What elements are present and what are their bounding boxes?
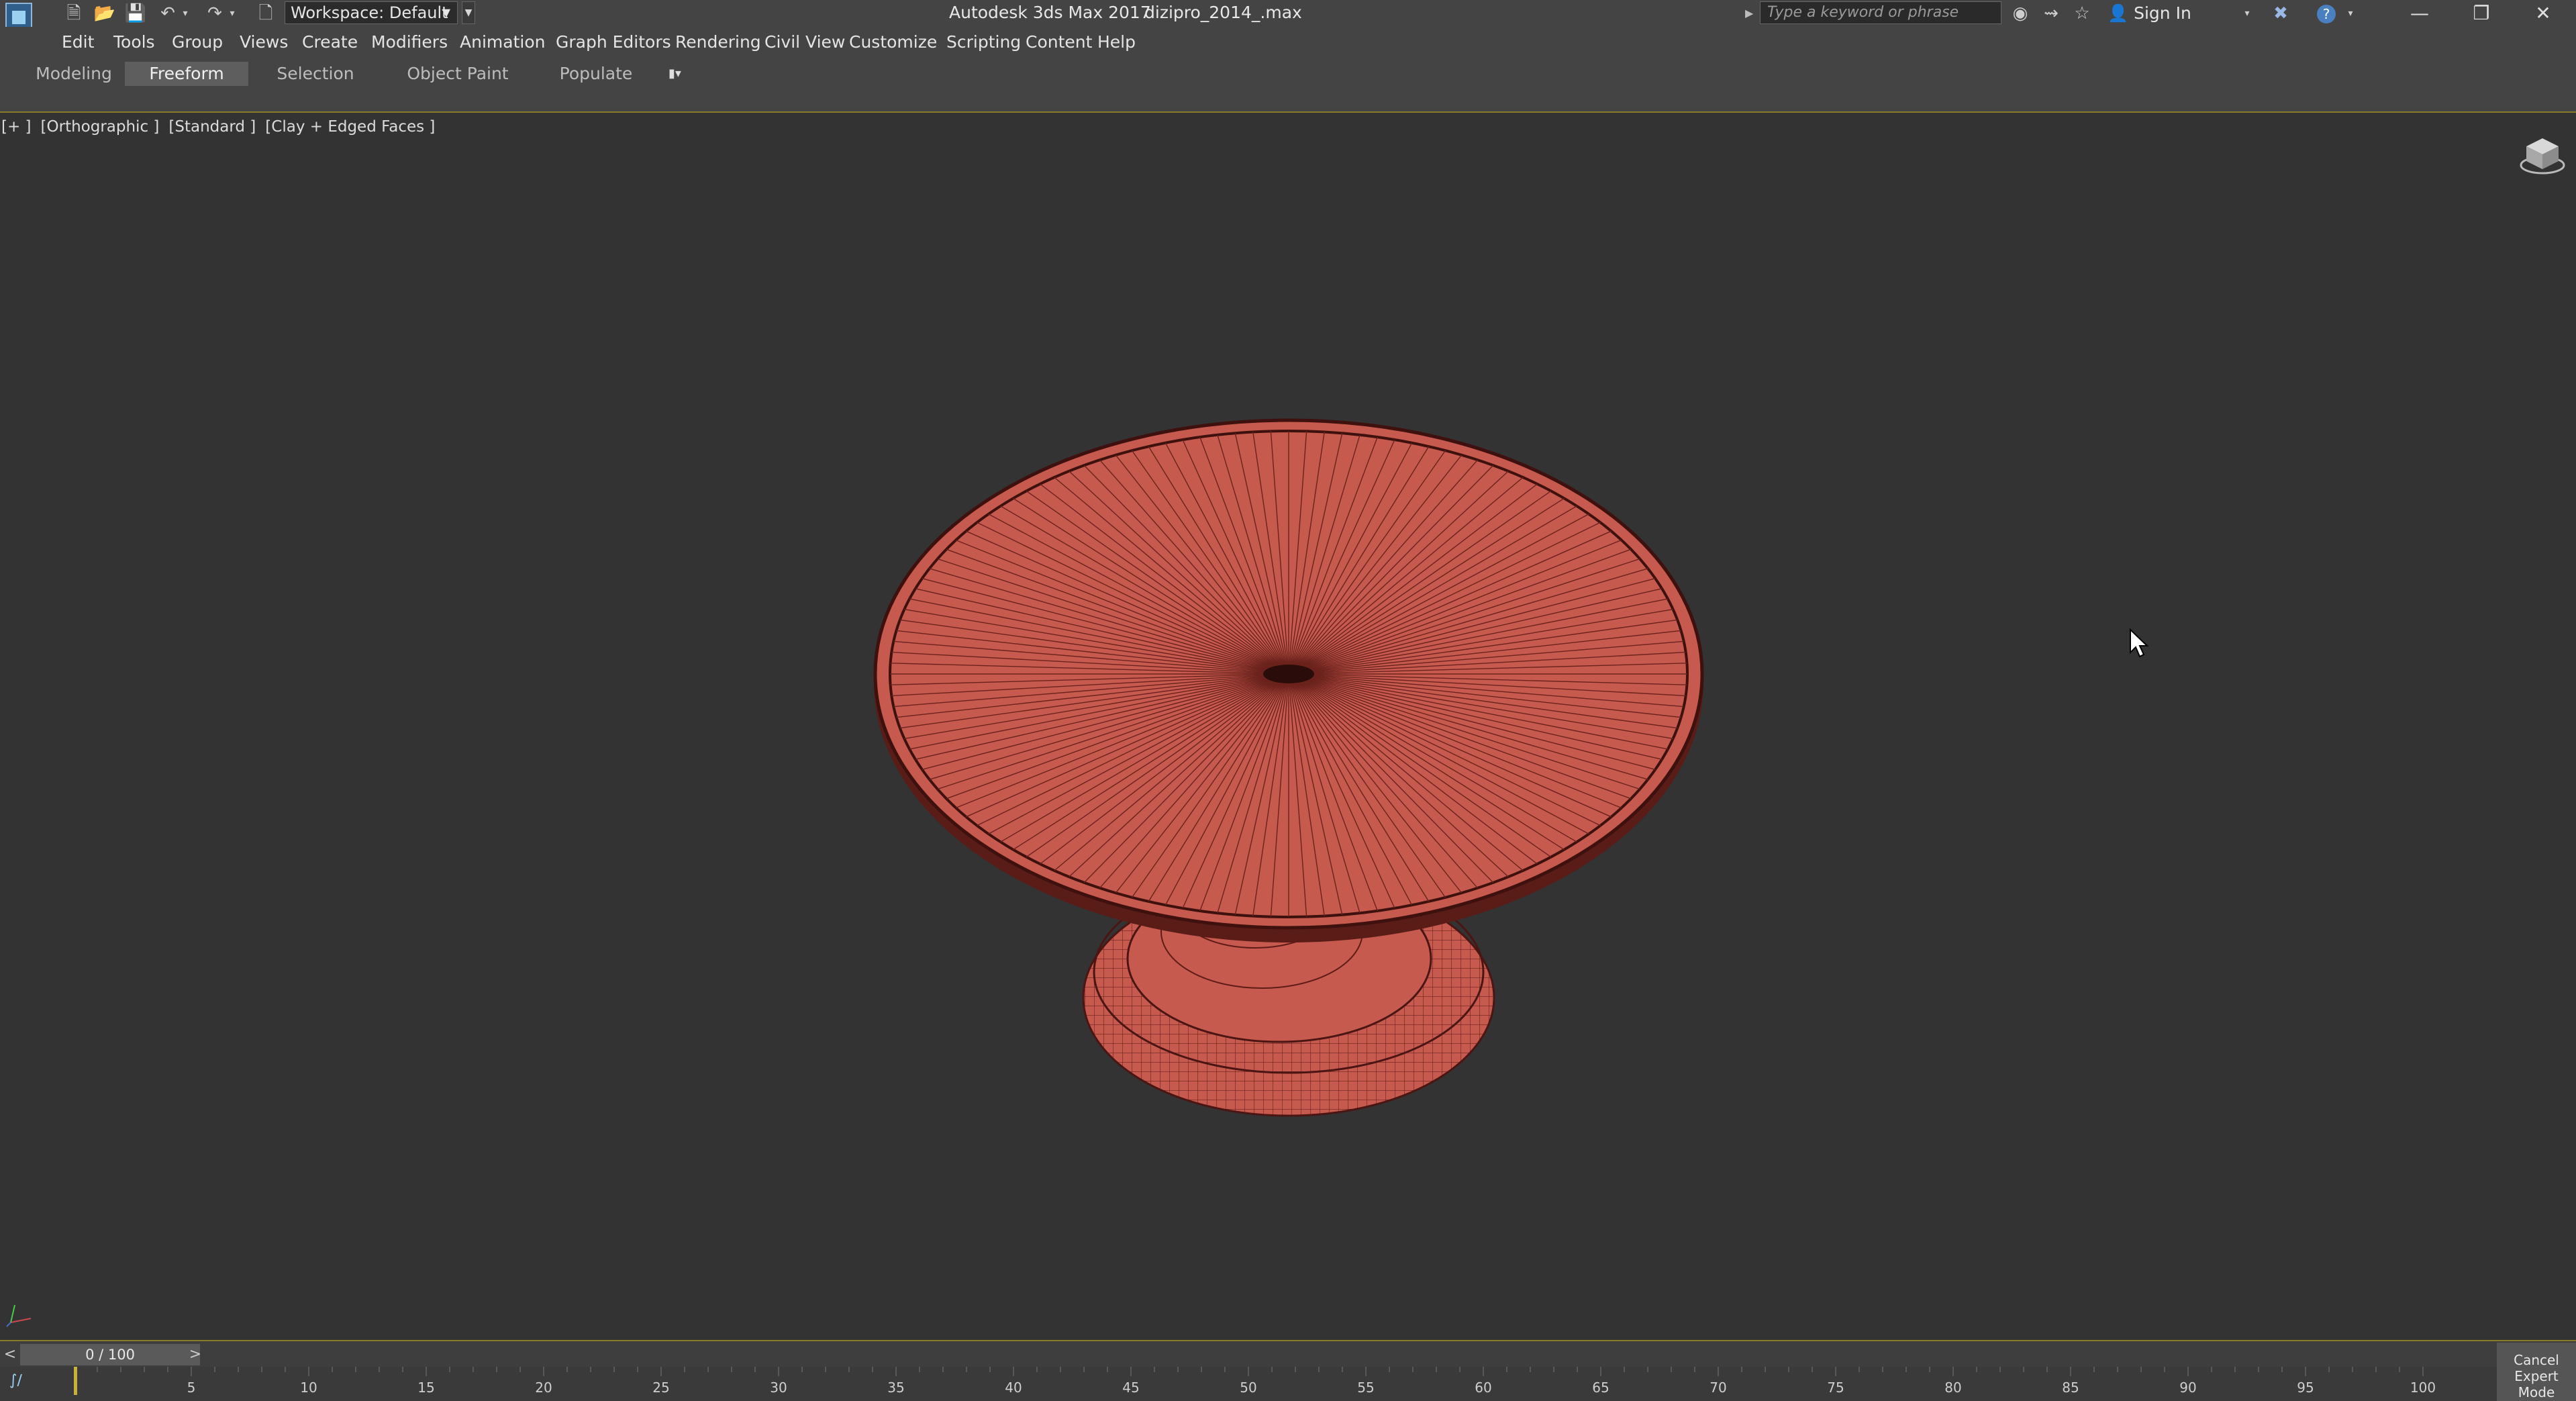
frame-tick-label: 45 [1122, 1380, 1139, 1396]
time-slider[interactable]: 0 / 100 [20, 1344, 200, 1365]
user-icon: 👤 [2108, 3, 2129, 23]
menu-bar: Edit Tools Group Views Create Modifiers … [0, 27, 2576, 59]
title-bar: 🗎 📂 💾 ↶ ▾ ↷ ▾ 🗋 Workspace: Default ▼ ▼ A… [0, 0, 2576, 35]
tab-populate[interactable]: Populate [534, 62, 658, 86]
binoculars-icon[interactable]: ◉ [2007, 1, 2034, 26]
track-bar[interactable]: ∫∕ 0510152025303540455055606570758085909… [0, 1367, 2576, 1401]
tab-modeling[interactable]: Modeling [20, 62, 128, 86]
frame-tick-label: 80 [1944, 1380, 1961, 1396]
mouse-cursor-icon [2130, 628, 2149, 658]
cancel-expert-line2: Expert Mode [2514, 1368, 2559, 1400]
open-file-icon[interactable]: 📂 [91, 1, 118, 26]
ribbon-tabs: Modeling Freeform Selection Object Paint… [0, 59, 2576, 89]
tab-selection[interactable]: Selection [254, 62, 377, 86]
menu-customize[interactable]: Customize [849, 32, 937, 52]
project-folder-icon[interactable]: 🗋 [252, 1, 279, 26]
new-file-icon[interactable]: 🗎 [60, 1, 87, 26]
file-name: dizipro_2014_.max [1144, 3, 1302, 22]
frame-tick-label: 35 [887, 1380, 904, 1396]
help-icon: ? [2317, 5, 2336, 23]
communication-center-icon[interactable]: ⇝ [2038, 1, 2065, 26]
menu-graph-editors[interactable]: Graph Editors [556, 32, 671, 52]
undo-dropdown-icon[interactable]: ▾ [179, 1, 192, 26]
sign-in-dropdown-icon[interactable]: ▾ [2239, 1, 2255, 26]
menu-help[interactable]: Help [1097, 32, 1136, 52]
minimize-icon[interactable]: — [2389, 0, 2450, 27]
menu-edit[interactable]: Edit [62, 32, 94, 52]
search-expand-icon[interactable]: ▶ [1745, 3, 1754, 24]
perspective-viewport[interactable]: [+ ] [Orthographic ] [Standard ] [Clay + Ed… [0, 113, 2576, 1340]
frame-tick-label: 65 [1592, 1380, 1609, 1396]
axis-tripod-icon [6, 1304, 32, 1327]
redo-dropdown-icon[interactable]: ▾ [226, 1, 239, 26]
app-title: Autodesk 3ds Max 2017 [949, 3, 1151, 22]
frame-tick-label: 60 [1475, 1380, 1491, 1396]
workspace-dropdown[interactable]: Workspace: Default ▼ [285, 1, 458, 24]
time-slider-bar: < 0 / 100 > [0, 1340, 2576, 1368]
frame-tick-label: 25 [652, 1380, 669, 1396]
menu-modifiers[interactable]: Modifiers [371, 32, 448, 52]
cancel-expert-mode-button[interactable]: Cancel Expert Mode [2497, 1343, 2576, 1401]
favorites-star-icon[interactable]: ☆ [2069, 1, 2095, 26]
search-input[interactable]: Type a keyword or phrase [1760, 1, 2001, 24]
tab-object-paint[interactable]: Object Paint [396, 62, 519, 86]
quick-access-customize-icon[interactable]: ▼ [462, 1, 475, 24]
frame-ruler[interactable]: 0510152025303540455055606570758085909510… [74, 1367, 2490, 1401]
frame-tick-label: 40 [1005, 1380, 1022, 1396]
undo-icon[interactable]: ↶ [154, 1, 181, 26]
workspace-label: Workspace: Default [291, 3, 448, 22]
help-dropdown-icon[interactable]: ▾ [2342, 1, 2359, 26]
menu-animation[interactable]: Animation [460, 32, 545, 52]
viewport-shading-menu[interactable]: [Clay + Edged Faces ] [265, 118, 435, 136]
frame-tick-label: 15 [417, 1380, 434, 1396]
viewport-standard-menu[interactable]: [Standard ] [168, 118, 256, 136]
menu-scripting[interactable]: Scripting [946, 32, 1021, 52]
frame-tick-label: 70 [1710, 1380, 1726, 1396]
frame-tick-label: 75 [1827, 1380, 1844, 1396]
tab-freeform[interactable]: Freeform [125, 62, 248, 86]
frame-tick-label: 10 [300, 1380, 317, 1396]
sign-in-button[interactable]: 👤 Sign In [2108, 1, 2191, 26]
save-file-icon[interactable]: 💾 [122, 1, 149, 26]
frame-tick-label: 95 [2297, 1380, 2314, 1396]
frame-tick-label: 90 [2179, 1380, 2196, 1396]
viewcube-icon[interactable] [2518, 133, 2567, 177]
autodesk-exchange-icon[interactable]: ✖ [2267, 1, 2294, 26]
next-frame-button[interactable]: > [185, 1344, 205, 1365]
frame-tick-label: 100 [2410, 1380, 2436, 1396]
cancel-expert-line1: Cancel [2514, 1352, 2559, 1368]
round-table-model[interactable] [859, 301, 1718, 1147]
viewport-menu-plus[interactable]: [+ ] [1, 118, 32, 136]
menu-civil-view[interactable]: Civil View [764, 32, 845, 52]
curve-editor-icon[interactable]: ∫∕ [9, 1371, 39, 1391]
menu-group[interactable]: Group [172, 32, 223, 52]
frame-tick-label: 5 [187, 1380, 196, 1396]
frame-tick-label: 85 [2062, 1380, 2079, 1396]
sign-in-label: Sign In [2134, 3, 2191, 23]
frame-tick-label: 30 [770, 1380, 787, 1396]
menu-views[interactable]: Views [240, 32, 288, 52]
redo-icon[interactable]: ↷ [201, 1, 228, 26]
chevron-down-icon: ▼ [442, 6, 450, 19]
help-button[interactable]: ? [2313, 1, 2340, 26]
menu-create[interactable]: Create [302, 32, 358, 52]
frame-tick-label: 20 [535, 1380, 552, 1396]
menu-tools[interactable]: Tools [113, 32, 155, 52]
menu-content[interactable]: Content [1026, 32, 1092, 52]
ribbon-options-icon[interactable]: ▮▾ [668, 64, 701, 83]
frame-tick-label: 55 [1357, 1380, 1374, 1396]
menu-rendering[interactable]: Rendering [675, 32, 761, 52]
viewport-label: [+ ] [Orthographic ] [Standard ] [Clay + Ed… [1, 118, 444, 136]
viewport-view-menu[interactable]: [Orthographic ] [41, 118, 160, 136]
current-frame-marker[interactable] [74, 1367, 77, 1395]
ribbon-panel [0, 89, 2576, 113]
frame-tick-label: 50 [1240, 1380, 1256, 1396]
restore-icon[interactable]: ❐ [2451, 0, 2512, 27]
previous-frame-button[interactable]: < [0, 1344, 20, 1365]
close-icon[interactable]: ✕ [2513, 0, 2573, 27]
